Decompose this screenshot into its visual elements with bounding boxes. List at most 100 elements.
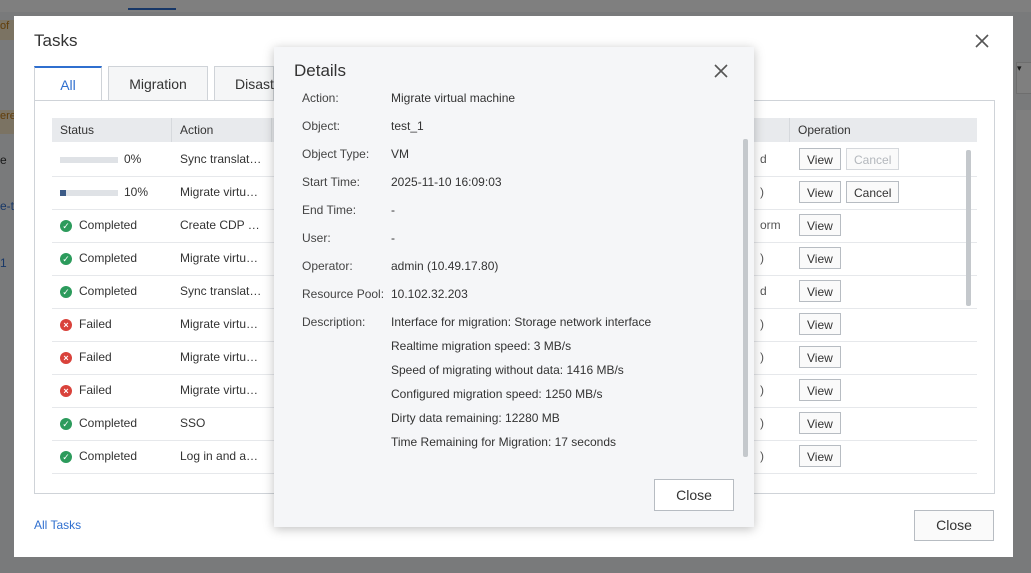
detail-value: Migrate virtual machine [391, 91, 516, 105]
view-button[interactable]: View [799, 379, 841, 401]
view-button[interactable]: View [799, 346, 841, 368]
action-cell: Migrate virtu… [180, 251, 259, 265]
details-close-icon[interactable] [710, 60, 732, 82]
detail-value: admin (10.49.17.80) [391, 259, 499, 273]
status-text: Failed [79, 350, 112, 364]
obscured-cell: ) [760, 185, 764, 199]
description-line: Realtime migration speed: 3 MB/s [391, 339, 572, 353]
status-cell: 0% [60, 143, 170, 176]
tab-migration[interactable]: Migration [108, 66, 208, 101]
status-cell: ✓ Completed [60, 440, 170, 473]
tab-all[interactable]: All [34, 66, 102, 103]
obscured-cell: ) [760, 449, 764, 463]
obscured-cell: ) [760, 317, 764, 331]
view-button[interactable]: View [799, 445, 841, 467]
status-cell: 10% [60, 176, 170, 209]
status-cell: ✓ Completed [60, 209, 170, 242]
details-dialog-title: Details [294, 61, 346, 80]
view-button[interactable]: View [799, 412, 841, 434]
status-text: Completed [79, 218, 138, 232]
status-cell: ✓ Completed [60, 242, 170, 275]
status-text: 10% [124, 185, 149, 199]
status-text: Failed [79, 317, 112, 331]
detail-value: test_1 [391, 119, 424, 133]
detail-value: - [391, 203, 395, 217]
check-circle-icon: ✓ [60, 417, 72, 430]
tasks-dialog-title: Tasks [34, 31, 78, 50]
obscured-cell: ) [760, 383, 764, 397]
action-cell: Migrate virtu… [180, 383, 259, 397]
status-cell: ✓ Completed [60, 407, 170, 440]
status-text: Completed [79, 284, 138, 298]
action-cell: Log in and a… [180, 449, 259, 463]
detail-label: End Time: [302, 203, 357, 217]
action-cell: Migrate virtu… [180, 317, 259, 331]
check-circle-icon: ✓ [60, 252, 72, 265]
action-cell: Migrate virtu… [180, 185, 259, 199]
detail-value: VM [391, 147, 409, 161]
column-header-status[interactable]: Status [52, 118, 172, 142]
view-button[interactable]: View [799, 181, 841, 203]
tab-disaster-recovery[interactable]: Disast [214, 66, 274, 100]
obscured-cell: ) [760, 350, 764, 364]
progress-bar [60, 156, 118, 163]
detail-label: Object Type: [302, 147, 370, 161]
view-button[interactable]: View [799, 247, 841, 269]
check-circle-icon: ✓ [60, 285, 72, 298]
detail-value: 2025-11-10 16:09:03 [391, 175, 502, 189]
status-cell: × Failed [60, 374, 170, 407]
status-text: Completed [79, 251, 138, 265]
detail-label: User: [302, 231, 331, 245]
column-header-operation: Operation [798, 123, 851, 137]
status-cell: × Failed [60, 308, 170, 341]
status-cell: × Failed [60, 341, 170, 374]
action-cell: Sync translat… [180, 152, 262, 166]
view-button[interactable]: View [799, 214, 841, 236]
tasks-close-icon[interactable] [971, 30, 993, 52]
description-line: Configured migration speed: 1250 MB/s [391, 387, 603, 401]
action-cell: SSO [180, 416, 206, 430]
all-tasks-link[interactable]: All Tasks [34, 518, 81, 532]
column-header-action[interactable]: Action [172, 118, 272, 142]
details-body: Action: Migrate virtual machine Object: tes… [274, 89, 744, 457]
detail-label: Action: [302, 91, 339, 105]
status-text: Completed [79, 416, 138, 430]
status-text: 0% [124, 152, 142, 166]
progress-fill [60, 189, 66, 196]
status-text: Failed [79, 383, 112, 397]
error-circle-icon: × [60, 351, 72, 364]
status-cell: ✓ Completed [60, 275, 170, 308]
detail-value: - [391, 231, 395, 245]
description-line: Time Remaining for Migration: 17 seconds [391, 435, 616, 449]
detail-value: 10.102.32.203 [391, 287, 468, 301]
description-line: Speed of migrating without data: 1416 MB… [391, 363, 624, 377]
table-scrollbar[interactable] [966, 150, 971, 306]
progress-bar [60, 189, 118, 196]
error-circle-icon: × [60, 384, 72, 397]
error-circle-icon: × [60, 318, 72, 331]
action-cell: Sync translat… [180, 284, 262, 298]
description-line: Dirty data remaining: 12280 MB [391, 411, 560, 425]
view-button[interactable]: View [799, 148, 841, 170]
obscured-cell: ) [760, 416, 764, 430]
cancel-task-button[interactable]: Cancel [846, 181, 900, 203]
check-circle-icon: ✓ [60, 450, 72, 463]
detail-value: Interface for migration: Storage network… [391, 315, 652, 329]
obscured-cell: d [760, 284, 767, 298]
detail-label: Operator: [302, 259, 353, 273]
details-close-button[interactable]: Close [654, 479, 734, 511]
status-text: Completed [79, 449, 138, 463]
details-dialog: Details Action: Migrate virtual machine Ob… [274, 47, 754, 527]
obscured-cell: orm [760, 218, 781, 232]
details-scrollbar[interactable] [743, 139, 748, 457]
view-button[interactable]: View [799, 313, 841, 335]
obscured-cell: ) [760, 251, 764, 265]
check-circle-icon: ✓ [60, 219, 72, 232]
view-button[interactable]: View [799, 280, 841, 302]
cancel-task-button[interactable]: Cancel [846, 148, 900, 170]
detail-label: Description: [302, 315, 366, 329]
detail-label: Start Time: [302, 175, 361, 189]
detail-label: Object: [302, 119, 341, 133]
tasks-close-button[interactable]: Close [914, 510, 994, 541]
action-cell: Migrate virtu… [180, 350, 259, 364]
